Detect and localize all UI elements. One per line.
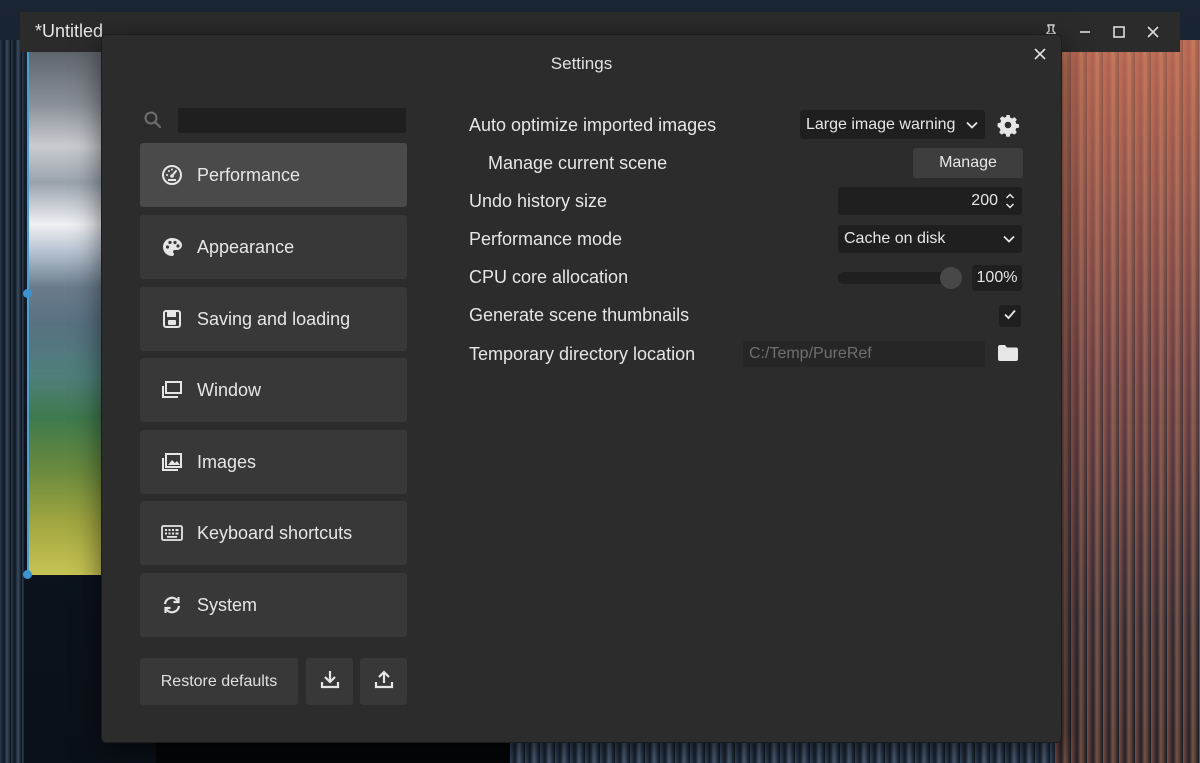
palette-icon — [160, 235, 184, 259]
background-left-strip — [0, 40, 24, 763]
close-icon[interactable] — [1029, 43, 1051, 65]
sidebar-item-appearance[interactable]: Appearance — [140, 215, 407, 279]
spin-arrows-icon[interactable] — [1002, 192, 1018, 210]
auto-optimize-label: Auto optimize imported images — [469, 115, 717, 135]
background-bottom-strip — [510, 741, 1055, 763]
sync-icon — [160, 593, 184, 617]
maximize-icon[interactable] — [1102, 18, 1136, 46]
scene-image[interactable] — [27, 52, 104, 575]
selection-handle[interactable] — [23, 570, 32, 579]
sidebar-item-window[interactable]: Window — [140, 358, 407, 422]
auto-optimize-value: Large image warning — [806, 115, 956, 133]
cpu-allocation-value: 100% — [972, 265, 1022, 291]
background-bottom-dark — [156, 741, 510, 763]
floppy-disk-icon — [160, 307, 184, 331]
close-icon[interactable] — [1136, 18, 1170, 46]
undo-history-spinbox[interactable]: 200 — [838, 187, 1022, 215]
manage-scene-label: Manage current scene — [488, 153, 668, 173]
download-icon — [319, 668, 341, 695]
chevron-down-icon — [959, 121, 985, 129]
performance-mode-select[interactable]: Cache on disk — [838, 225, 1022, 253]
performance-mode-value: Cache on disk — [844, 230, 946, 247]
window-icon — [160, 378, 184, 402]
checkmark-icon — [1003, 307, 1017, 325]
sidebar-item-label: Saving and loading — [197, 308, 351, 329]
chevron-down-icon — [996, 235, 1022, 243]
sidebar-item-label: Window — [197, 379, 262, 400]
sidebar-item-label: System — [197, 594, 258, 615]
temp-dir-input[interactable] — [743, 341, 985, 367]
sidebar-item-system[interactable]: System — [140, 573, 407, 637]
undo-history-value: 200 — [971, 192, 998, 209]
performance-mode-label: Performance mode — [469, 229, 623, 249]
scene-thumbnails-label: Generate scene thumbnails — [469, 305, 690, 325]
background-right-image — [1055, 40, 1200, 763]
sidebar-item-label: Keyboard shortcuts — [197, 522, 353, 543]
gear-icon[interactable] — [996, 113, 1020, 137]
folder-icon[interactable] — [997, 344, 1019, 364]
gauge-icon — [160, 163, 184, 187]
sidebar-item-label: Appearance — [197, 236, 295, 257]
slider-handle[interactable] — [940, 267, 962, 289]
sidebar-item-label: Images — [197, 451, 257, 472]
sidebar-item-saving-and-loading[interactable]: Saving and loading — [140, 287, 407, 351]
sidebar-item-keyboard-shortcuts[interactable]: Keyboard shortcuts — [140, 501, 407, 565]
sidebar-item-label: Performance — [197, 164, 301, 185]
scene-thumbnails-checkbox[interactable] — [999, 305, 1021, 327]
export-settings-button[interactable] — [360, 658, 407, 705]
manage-button[interactable]: Manage — [913, 148, 1023, 178]
search-icon — [143, 110, 163, 130]
dialog-title: Settings — [550, 54, 613, 73]
app-title: *Untitled — [35, 21, 104, 41]
restore-defaults-button[interactable]: Restore defaults — [140, 658, 298, 705]
cpu-allocation-label: CPU core allocation — [469, 267, 629, 287]
temp-dir-label: Temporary directory location — [469, 344, 696, 364]
import-settings-button[interactable] — [306, 658, 353, 705]
selection-handle[interactable] — [23, 289, 32, 298]
undo-history-label: Undo history size — [469, 191, 608, 211]
images-icon — [160, 450, 184, 474]
auto-optimize-select[interactable]: Large image warning — [800, 110, 985, 139]
keyboard-icon — [160, 521, 184, 545]
sidebar-item-images[interactable]: Images — [140, 430, 407, 494]
minimize-icon[interactable] — [1068, 18, 1102, 46]
upload-icon — [373, 668, 395, 695]
sidebar-item-performance[interactable]: Performance — [140, 143, 407, 207]
search-input[interactable] — [178, 108, 406, 133]
settings-dialog: Settings Performance Appearance Saving a… — [102, 35, 1061, 742]
